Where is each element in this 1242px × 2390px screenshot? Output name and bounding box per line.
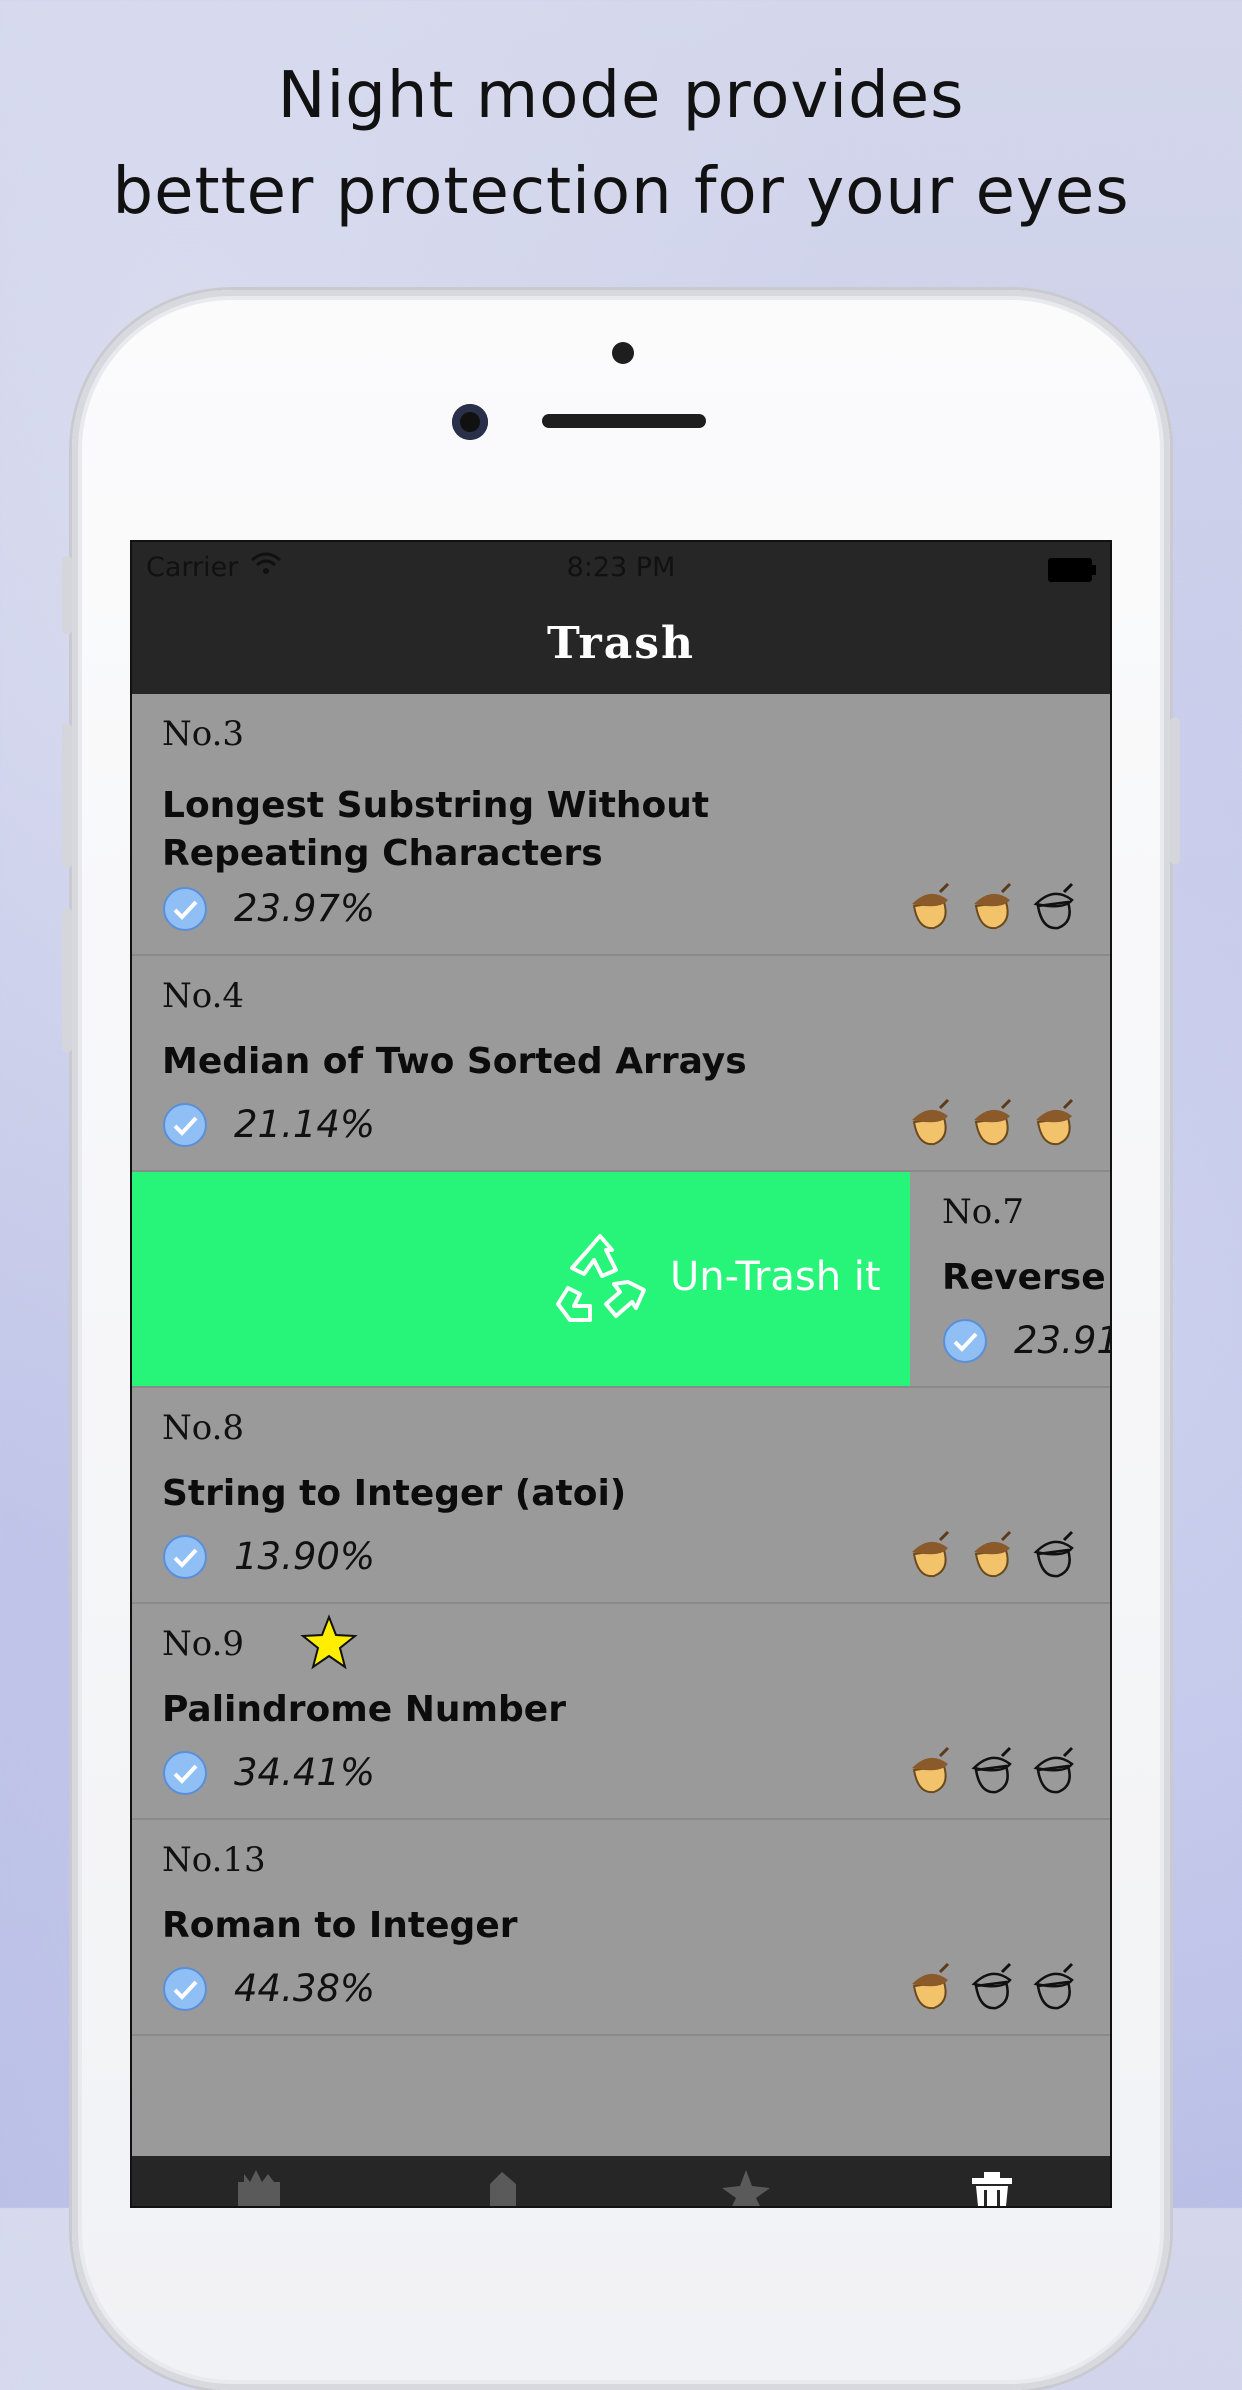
problem-title: String to Integer (atoi)	[162, 1473, 627, 1514]
problem-number: No.13	[162, 1840, 266, 1880]
acceptance-rate: 21.14%	[234, 1103, 376, 1146]
promo-headline: Night mode provides better protection fo…	[0, 48, 1242, 240]
nav-bar: Trash	[132, 594, 1110, 694]
acorn-filled-icon	[1036, 1098, 1074, 1146]
phone-volume-up	[62, 724, 72, 868]
difficulty-rating	[904, 882, 1080, 934]
problem-list[interactable]: No.3 Longest Substring Without Repeating…	[132, 694, 1110, 2036]
castle-icon[interactable]	[230, 2166, 290, 2206]
headline-line-1: Night mode provides	[277, 59, 965, 133]
acorn-outline-icon	[1033, 882, 1074, 930]
acorn-outline-icon	[1033, 1530, 1074, 1578]
untrash-action[interactable]: Un-Trash it	[132, 1172, 910, 1386]
acorn-filled-icon	[974, 1098, 1012, 1146]
recycle-icon	[556, 1234, 646, 1322]
difficulty-rating	[904, 1530, 1080, 1582]
problem-title: Roman to Integer	[162, 1905, 518, 1946]
acorn-outline-icon	[1033, 1746, 1074, 1794]
app-screen: Carrier 8:23 PM Trash No.3 Longest Subst…	[130, 540, 1112, 2208]
headline-line-2: better protection for your eyes	[112, 155, 1130, 229]
phone-power-button	[1170, 718, 1180, 864]
accepted-check-icon	[943, 1319, 987, 1363]
acorn-filled-icon	[912, 1530, 950, 1578]
acorn-filled-icon	[912, 1746, 950, 1794]
acceptance-rate: 44.38%	[234, 1967, 376, 2010]
problem-title: Reverse I	[942, 1257, 1110, 1298]
battery-icon	[1048, 558, 1096, 582]
list-item[interactable]: No.3 Longest Substring Without Repeating…	[132, 694, 1110, 956]
front-camera	[452, 404, 488, 440]
phone-mute-switch	[62, 556, 72, 634]
acceptance-rate: 34.41%	[234, 1751, 376, 1794]
list-item[interactable]: No.4 Median of Two Sorted Arrays 21.14%	[132, 956, 1110, 1172]
swiped-row-content: No.7 Reverse I 23.91	[910, 1172, 1112, 1386]
accepted-check-icon	[163, 1967, 207, 2011]
status-time: 8:23 PM	[566, 552, 676, 583]
tag-icon[interactable]	[472, 2166, 532, 2206]
problem-title: Longest Substring Without Repeating Char…	[162, 785, 710, 874]
status-bar: Carrier 8:23 PM	[132, 542, 1110, 594]
acorn-outline-icon	[971, 1746, 1012, 1794]
list-item-swiped[interactable]: Un-Trash it No.7 Reverse I 23.91	[132, 1172, 1110, 1388]
problem-number: No.8	[162, 1408, 245, 1448]
acorn-filled-icon	[912, 882, 950, 930]
star-icon[interactable]	[716, 2166, 776, 2206]
phone-volume-down	[62, 908, 72, 1052]
phone-earpiece	[542, 414, 706, 428]
acorn-filled-icon	[974, 1530, 1012, 1578]
difficulty-rating	[904, 1746, 1080, 1798]
difficulty-rating	[904, 1098, 1080, 1150]
accepted-check-icon	[163, 1535, 207, 1579]
problem-number: No.9	[162, 1624, 245, 1664]
acceptance-rate: 23.91	[1014, 1319, 1112, 1362]
problem-title: Palindrome Number	[162, 1689, 566, 1730]
accepted-check-icon	[163, 1751, 207, 1795]
star-icon[interactable]	[300, 1614, 358, 1672]
problem-title: Median of Two Sorted Arrays	[162, 1041, 747, 1082]
accepted-check-icon	[163, 887, 207, 931]
acorn-filled-icon	[974, 882, 1012, 930]
untrash-label: Un-Trash it	[670, 1254, 881, 1300]
problem-number: No.7	[942, 1192, 1025, 1232]
accepted-check-icon	[163, 1103, 207, 1147]
acorn-filled-icon	[912, 1098, 950, 1146]
page-title: Trash	[547, 618, 695, 669]
difficulty-rating	[904, 1962, 1080, 2014]
acceptance-rate: 13.90%	[234, 1535, 376, 1578]
list-item[interactable]: No.13 Roman to Integer 44.38%	[132, 1820, 1110, 2036]
acorn-filled-icon	[912, 1962, 950, 2010]
tab-bar	[132, 2156, 1110, 2206]
trash-icon[interactable]	[962, 2166, 1022, 2206]
list-item[interactable]: No.9 Palindrome Number 34.41%	[132, 1604, 1110, 1820]
acorn-outline-icon	[971, 1962, 1012, 2010]
phone-sensor	[612, 342, 634, 364]
acceptance-rate: 23.97%	[234, 887, 376, 930]
acorn-outline-icon	[1033, 1962, 1074, 2010]
problem-number: No.3	[162, 714, 245, 754]
problem-number: No.4	[162, 976, 245, 1016]
list-item[interactable]: No.8 String to Integer (atoi) 13.90%	[132, 1388, 1110, 1604]
